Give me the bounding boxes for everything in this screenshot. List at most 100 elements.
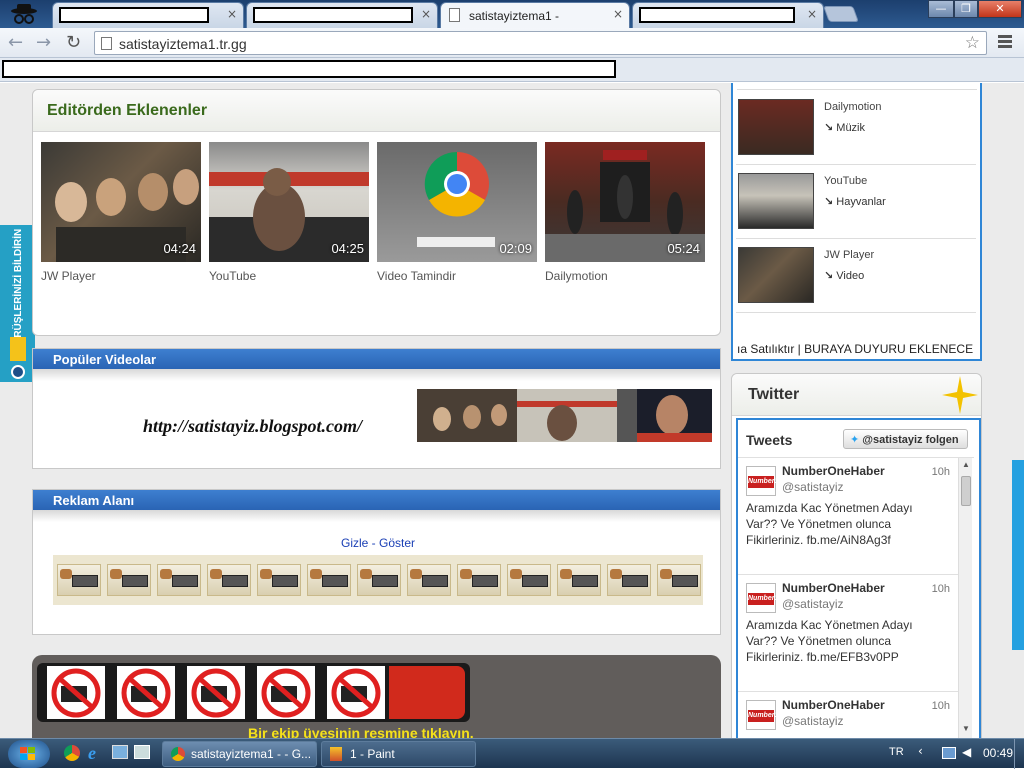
ad-banner[interactable]	[57, 564, 101, 596]
tab-close-icon[interactable]: ×	[421, 7, 431, 21]
tweet[interactable]: Number1 NumberOneHaber @satistayiz 10h A…	[738, 458, 958, 575]
no-camera-icon[interactable]	[187, 666, 245, 719]
tweet-author[interactable]: NumberOneHaber	[782, 464, 885, 478]
no-camera-icon[interactable]	[327, 666, 385, 719]
follow-button[interactable]: ✦ @satistayiz folgen	[843, 429, 968, 449]
no-camera-icon[interactable]	[257, 666, 315, 719]
tweet-author[interactable]: NumberOneHaber	[782, 581, 885, 595]
sidebar-video-item[interactable]: Dailymotion ↘ Müzik	[736, 91, 976, 165]
new-tab-button[interactable]	[823, 6, 859, 22]
sparkle-icon	[942, 376, 978, 414]
language-indicator[interactable]: TR	[889, 746, 904, 758]
sidebar-video-item[interactable]: JW Player ↘ Video	[736, 239, 976, 313]
sidebar-video-item[interactable]: YouTube ↘ Hayvanlar	[736, 165, 976, 239]
network-icon[interactable]	[942, 747, 956, 759]
no-camera-icon[interactable]	[117, 666, 175, 719]
ad-label-graphic	[572, 575, 598, 587]
popular-video-strip[interactable]	[417, 389, 712, 442]
video-thumbnail[interactable]: 04:24	[41, 142, 201, 262]
tab-close-icon[interactable]: ×	[227, 7, 237, 21]
chrome-quicklaunch-icon[interactable]	[64, 745, 80, 761]
blog-link[interactable]: http://satistayiz.blogspot.com/	[143, 416, 362, 437]
ad-banner[interactable]	[207, 564, 251, 596]
browser-tab-1[interactable]: ×	[52, 2, 244, 28]
ad-banner[interactable]	[507, 564, 551, 596]
ad-banner[interactable]	[657, 564, 701, 596]
ad-banner[interactable]	[357, 564, 401, 596]
minimize-button[interactable]: —	[928, 0, 954, 18]
avatar: Number1	[746, 583, 778, 613]
tab-close-icon[interactable]: ×	[613, 7, 623, 21]
video-caption[interactable]: YouTube	[209, 269, 256, 283]
maximize-button[interactable]: ❐	[954, 0, 978, 18]
address-bar[interactable]: satistayiztema1.tr.gg ☆	[94, 31, 987, 55]
tab-close-icon[interactable]: ×	[807, 7, 817, 21]
tweet-scrollbar[interactable]: ▲ ▼	[958, 458, 972, 738]
tab-title: satistayiztema1 -	[469, 9, 560, 23]
start-button-icon[interactable]	[8, 740, 50, 768]
video-caption[interactable]: JW Player	[41, 269, 96, 283]
taskbar-chrome-window[interactable]: satistayiztema1 - - G...	[162, 741, 317, 767]
url-text: satistayiztema1.tr.gg	[119, 36, 247, 52]
tweet-handle[interactable]: @satistayiz	[782, 714, 844, 728]
tweet-handle[interactable]: @satistayiz	[782, 597, 844, 611]
ad-banner[interactable]	[407, 564, 451, 596]
tray-expand-icon[interactable]: ‹	[918, 744, 923, 758]
volume-icon[interactable]: ◀	[962, 745, 971, 759]
tweet[interactable]: Number1 NumberOneHaber @satistayiz 10h A…	[738, 575, 958, 692]
taskbar-paint-window[interactable]: 1 - Paint	[321, 741, 476, 767]
ad-banner[interactable]	[607, 564, 651, 596]
sidebar-video-thumbnail[interactable]	[738, 173, 814, 229]
tweet-time[interactable]: 10h	[932, 583, 950, 595]
scroll-up-icon[interactable]: ▲	[962, 460, 970, 469]
browser-tab-active[interactable]: satistayiztema1 - ×	[440, 2, 630, 28]
menu-icon[interactable]	[998, 35, 1012, 50]
video-thumbnail[interactable]: 02:09	[377, 142, 537, 262]
ie-quicklaunch-icon[interactable]: e	[88, 743, 106, 763]
sidebar-video-source: Dailymotion	[824, 101, 882, 113]
hand-pointer-icon	[60, 569, 72, 579]
windows-taskbar: e satistayiztema1 - - G... 1 - Paint TR …	[0, 738, 1024, 769]
sidebar-video-category[interactable]: ↘ Müzik	[824, 121, 865, 134]
reload-icon[interactable]: ↻	[66, 32, 81, 53]
browser-tab-4[interactable]: ×	[632, 2, 824, 28]
browser-tab-2[interactable]: ×	[246, 2, 438, 28]
side-widget[interactable]	[1012, 460, 1024, 650]
window-switch-icon[interactable]	[134, 745, 150, 759]
sidebar-video-thumbnail[interactable]	[738, 99, 814, 155]
scroll-down-icon[interactable]: ▼	[962, 724, 970, 733]
ad-banner[interactable]	[457, 564, 501, 596]
ad-label-graphic	[472, 575, 498, 587]
video-thumbnail[interactable]: 05:24	[545, 142, 705, 262]
desktop-quicklaunch-icon[interactable]	[112, 745, 128, 759]
tweet[interactable]: Number1 NumberOneHaber @satistayiz 10h	[738, 692, 958, 738]
star-bookmark-icon[interactable]: ☆	[965, 33, 980, 53]
category-label: Hayvanlar	[836, 196, 886, 208]
video-caption[interactable]: Video Tamindir	[377, 269, 456, 283]
feedback-tab[interactable]: GÖRÜŞLERİNİZİ BİLDİRİN	[0, 225, 35, 382]
tweet-time[interactable]: 10h	[932, 700, 950, 712]
sidebar-video-category[interactable]: ↘ Hayvanlar	[824, 195, 886, 208]
ad-banner[interactable]	[307, 564, 351, 596]
ads-toggle-link[interactable]: Gizle - Göster	[341, 536, 415, 550]
clock[interactable]: 00:49	[983, 746, 1013, 760]
ad-banner[interactable]	[107, 564, 151, 596]
sidebar-video-thumbnail[interactable]	[738, 247, 814, 303]
ad-banner[interactable]	[157, 564, 201, 596]
sidebar-video-category[interactable]: ↘ Video	[824, 269, 864, 282]
close-window-button[interactable]: ✕	[978, 0, 1022, 18]
no-camera-icon[interactable]	[47, 666, 105, 719]
ad-banner[interactable]	[557, 564, 601, 596]
tweet-handle[interactable]: @satistayiz	[782, 480, 844, 494]
popular-videos-panel: Popüler Videolar http://satistayiz.blogs…	[32, 348, 721, 469]
show-desktop-button[interactable]	[1014, 739, 1024, 769]
video-caption[interactable]: Dailymotion	[545, 269, 608, 283]
ad-banner-row	[53, 555, 703, 605]
tweet-time[interactable]: 10h	[932, 466, 950, 478]
ad-banner[interactable]	[257, 564, 301, 596]
scroll-thumb[interactable]	[961, 476, 971, 506]
forward-arrow-icon[interactable]: →	[36, 32, 51, 53]
back-arrow-icon[interactable]: ←	[8, 32, 23, 53]
tweet-author[interactable]: NumberOneHaber	[782, 698, 885, 712]
video-thumbnail[interactable]: 04:25	[209, 142, 369, 262]
